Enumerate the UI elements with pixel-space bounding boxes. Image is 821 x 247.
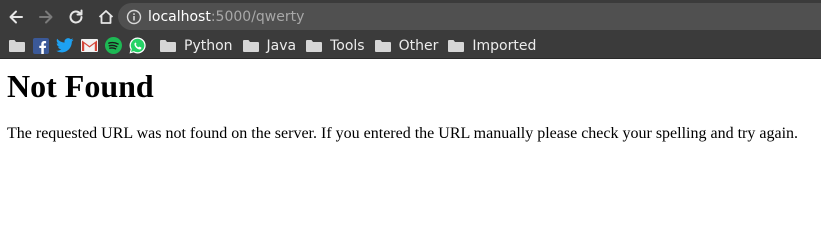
page-title: Not Found <box>7 68 154 104</box>
info-icon[interactable] <box>126 9 142 25</box>
forward-button[interactable] <box>32 3 60 31</box>
facebook-icon <box>33 37 49 54</box>
bookmark-folder-label: Tools <box>330 37 365 54</box>
bookmark-apps[interactable] <box>8 37 26 55</box>
gmail-icon <box>80 39 98 52</box>
bookmark-gmail[interactable] <box>80 37 98 55</box>
address-bar[interactable]: localhost:5000/qwerty <box>118 3 821 30</box>
bookmark-folder-label: Java <box>266 37 297 54</box>
forward-arrow-icon <box>39 10 53 23</box>
bookmark-folder-python[interactable]: Python <box>160 35 233 57</box>
back-button[interactable] <box>2 3 30 31</box>
bookmark-whatsapp[interactable] <box>128 37 146 55</box>
twitter-icon <box>56 38 74 53</box>
folder-icon <box>448 39 465 52</box>
spotify-icon <box>104 37 122 54</box>
reload-button[interactable] <box>62 3 90 31</box>
bookmark-spotify[interactable] <box>104 37 122 55</box>
bookmark-folder-label: Imported <box>472 37 537 54</box>
bookmark-folder-java[interactable]: Java <box>242 35 297 57</box>
url-text[interactable]: localhost:5000/qwerty <box>148 9 304 25</box>
folder-icon <box>9 39 25 52</box>
bookmarks-bar: Python Java Tools Other Imported <box>0 33 821 59</box>
browser-toolbar: localhost:5000/qwerty <box>0 0 821 33</box>
folder-icon <box>242 39 259 52</box>
bookmark-folder-tools[interactable]: Tools <box>306 35 365 57</box>
folder-icon <box>306 39 323 52</box>
error-message: The requested URL was not found on the s… <box>7 125 799 142</box>
url-path: :5000/qwerty <box>210 8 305 25</box>
bookmark-twitter[interactable] <box>56 37 74 55</box>
page-content: Not Found The requested URL was not foun… <box>0 60 821 247</box>
bookmark-facebook[interactable] <box>32 37 50 55</box>
folder-icon <box>374 39 391 52</box>
bookmark-folder-label: Python <box>184 37 233 54</box>
whatsapp-icon <box>129 37 146 54</box>
folder-icon <box>160 39 176 52</box>
back-arrow-icon <box>9 10 23 23</box>
reload-icon <box>69 9 83 23</box>
url-host: localhost <box>148 8 211 25</box>
bookmark-folder-label: Other <box>398 37 439 54</box>
home-icon <box>98 9 114 24</box>
home-button[interactable] <box>92 3 120 31</box>
bookmark-folder-other[interactable]: Other <box>374 35 439 57</box>
bookmark-folder-imported[interactable]: Imported <box>448 35 536 57</box>
